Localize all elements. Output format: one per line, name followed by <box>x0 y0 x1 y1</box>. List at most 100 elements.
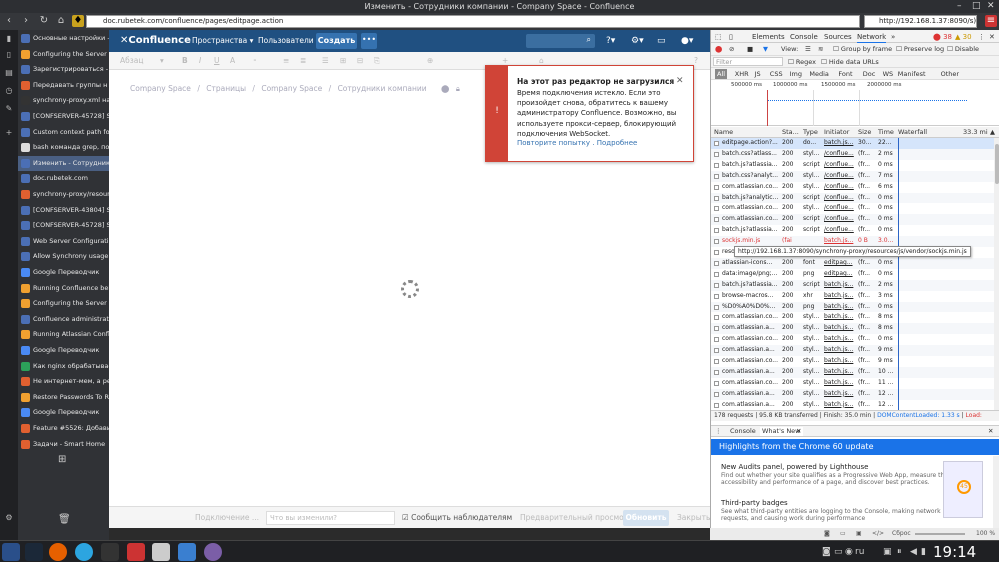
history-icon[interactable]: ▯ <box>4 50 14 60</box>
display-icon[interactable]: ▣ <box>883 545 892 559</box>
table-row[interactable]: atlassian-icons... 200 font editpag... (fr..… <box>711 257 994 269</box>
list-view-icon[interactable]: ☰ <box>805 44 811 54</box>
table-row[interactable]: batch.js?atlassia... 200 script/conflue...… <box>711 160 994 171</box>
table-row[interactable]: batch.js?atlassia... 200 script/conflue...… <box>711 225 994 236</box>
column-size[interactable]: Size <box>858 128 871 137</box>
network-icon[interactable]: ◉ <box>845 545 853 559</box>
vivaldi-icon[interactable] <box>127 543 145 561</box>
request-initiator[interactable]: /conflue... <box>824 182 857 193</box>
tab-item[interactable]: Custom context path for in <box>18 125 109 140</box>
clock-icon[interactable]: ◷ <box>4 86 14 96</box>
settings-icon[interactable]: ⚙ <box>4 513 14 523</box>
type-filter-xhr[interactable]: XHR <box>735 69 749 79</box>
tab-item[interactable]: Configuring the Server Ba <box>18 296 109 311</box>
url-input[interactable]: doc.rubetek.com/confluence/pages/editpag… <box>86 15 860 28</box>
column-time[interactable]: Time <box>878 128 894 137</box>
close-button[interactable]: Закрыть <box>677 513 710 523</box>
home-icon[interactable]: ⌂ <box>55 15 67 27</box>
type-filter-doc[interactable]: Doc <box>863 69 876 79</box>
request-initiator[interactable]: /conflue... <box>824 225 857 236</box>
tab-item[interactable]: Allow Synchrony usage b <box>18 249 109 264</box>
capture-icon[interactable]: ■ <box>747 44 753 54</box>
request-initiator[interactable]: batch.js... <box>824 356 857 367</box>
bookmarks-icon[interactable]: ▮ <box>4 34 14 44</box>
tab-item[interactable]: Web Server Configuratio <box>18 234 109 249</box>
close-icon[interactable]: ✕ <box>987 0 995 13</box>
add-panel-icon[interactable]: + <box>4 128 14 138</box>
downloads-icon[interactable]: ▤ <box>4 68 14 78</box>
trash-icon[interactable]: 🗑︎ <box>58 515 71 525</box>
regex-checkbox[interactable]: ☐ Regex <box>788 57 816 67</box>
back-icon[interactable]: ‹ <box>3 15 15 27</box>
bookmark-icon[interactable]: ♦ <box>72 15 84 27</box>
italic-icon[interactable]: I <box>199 56 201 66</box>
lock-icon[interactable]: 🔒︎ <box>456 84 460 93</box>
device-icon[interactable]: ▯ <box>729 32 733 42</box>
type-filter-all[interactable]: All <box>715 69 728 79</box>
close-icon[interactable]: ✕ <box>676 76 684 86</box>
request-initiator[interactable]: batch.js... <box>824 291 857 302</box>
firefox-icon[interactable] <box>49 543 67 561</box>
tab-item[interactable]: [CONFSERVER-45728] S <box>18 218 109 233</box>
request-initiator[interactable]: batch.js... <box>824 389 857 400</box>
table-row[interactable]: com.atlassian.a... 200 styl... batch.js...(… <box>711 388 994 400</box>
network-scrollbar[interactable] <box>994 138 999 410</box>
text-color-icon[interactable]: A <box>230 56 235 66</box>
more-button[interactable]: ••• <box>361 33 377 49</box>
request-initiator[interactable]: batch.js... <box>824 334 857 345</box>
tab-item[interactable]: [CONFSERVER-43804] S <box>18 203 109 218</box>
start-menu-icon[interactable] <box>2 543 20 561</box>
request-initiator[interactable]: batch.js... <box>824 323 857 334</box>
devtools-menu-icon[interactable]: ⋮ <box>978 32 985 42</box>
request-initiator[interactable]: /conflue... <box>824 149 857 160</box>
align-center-icon[interactable]: ⊟ <box>357 56 363 66</box>
type-filter-media[interactable]: Media <box>809 69 829 79</box>
table-row[interactable]: com.atlassian.co... 200 styl... batch.js...… <box>711 334 994 345</box>
column-type[interactable]: Type <box>803 128 818 137</box>
clear-icon[interactable]: ⊘ <box>729 44 734 54</box>
breadcrumb-company-space[interactable]: Company Space <box>130 84 191 93</box>
notes-icon[interactable]: ✎ <box>4 104 14 114</box>
error-count[interactable]: ⬤ 38 <box>933 32 952 42</box>
type-filter-manifest[interactable]: Manifest <box>898 69 926 79</box>
tile-icon[interactable]: ▭ <box>840 528 846 540</box>
spaces-menu[interactable]: Пространства ▾ <box>192 34 253 48</box>
table-row[interactable]: browse-macros... 200 xhr batch.js... (fr... 3… <box>711 291 994 302</box>
reload-icon[interactable]: ↻ <box>38 15 50 27</box>
more-format-icon[interactable]: ⁃ <box>253 56 257 66</box>
text-editor-icon[interactable] <box>152 543 170 561</box>
menu-icon[interactable]: ≡ <box>985 15 997 27</box>
retry-link[interactable]: Повторите попытку <box>517 139 590 147</box>
clock[interactable]: 19:14 <box>933 542 976 562</box>
align-left-icon[interactable]: ⊞ <box>340 56 346 66</box>
tab-item[interactable]: synchrony-proxy/resource <box>18 187 109 202</box>
table-row[interactable]: batch.css?analyt... 200 styl... /conflue...… <box>711 170 994 182</box>
table-row[interactable]: com.atlassian.a... 200 styl... batch.js...(… <box>711 323 994 335</box>
new-tab-icon[interactable]: ⊞ <box>58 455 68 465</box>
column-name[interactable]: Name <box>714 128 733 137</box>
inspect-icon[interactable]: ⬚ <box>715 32 722 42</box>
breadcrumb-page[interactable]: Сотрудники компании <box>338 84 427 93</box>
drawer-tab-console[interactable]: Console <box>730 427 756 436</box>
underline-icon[interactable]: U <box>214 56 220 66</box>
tab-more[interactable]: » <box>891 32 895 42</box>
tab-item[interactable]: Изменить - Сотрудник к <box>18 155 109 171</box>
notifications-icon[interactable]: ▭ <box>657 34 666 48</box>
table-row[interactable]: com.atlassian.co... 200 script/conflue...(… <box>711 214 994 226</box>
tab-item[interactable]: Restore Passwords To Re <box>18 390 109 405</box>
table-row[interactable]: com.atlassian.co... 200 styl... /conflue...… <box>711 203 994 214</box>
request-initiator[interactable]: batch.js... <box>824 280 857 291</box>
request-initiator[interactable]: /conflue... <box>824 171 857 182</box>
telegram-icon[interactable] <box>75 543 93 561</box>
confluence-logo[interactable]: ✕Confluence <box>120 34 191 48</box>
type-filter-ws[interactable]: WS <box>883 69 894 79</box>
type-filter-js[interactable]: JS <box>755 69 761 79</box>
search-input[interactable]: http://192.168.1.37:8090/s) <box>864 15 977 28</box>
bullet-list-icon[interactable]: ≡ <box>283 56 289 66</box>
minimize-icon[interactable]: – <box>957 0 962 13</box>
drawer-menu-icon[interactable]: ⋮ <box>715 427 722 436</box>
request-initiator[interactable]: batch.js... <box>824 367 857 378</box>
drawer-close-icon[interactable]: ✕ <box>988 427 993 436</box>
type-filter-font[interactable]: Font <box>838 69 852 79</box>
task-list-icon[interactable]: ☰ <box>322 56 329 66</box>
